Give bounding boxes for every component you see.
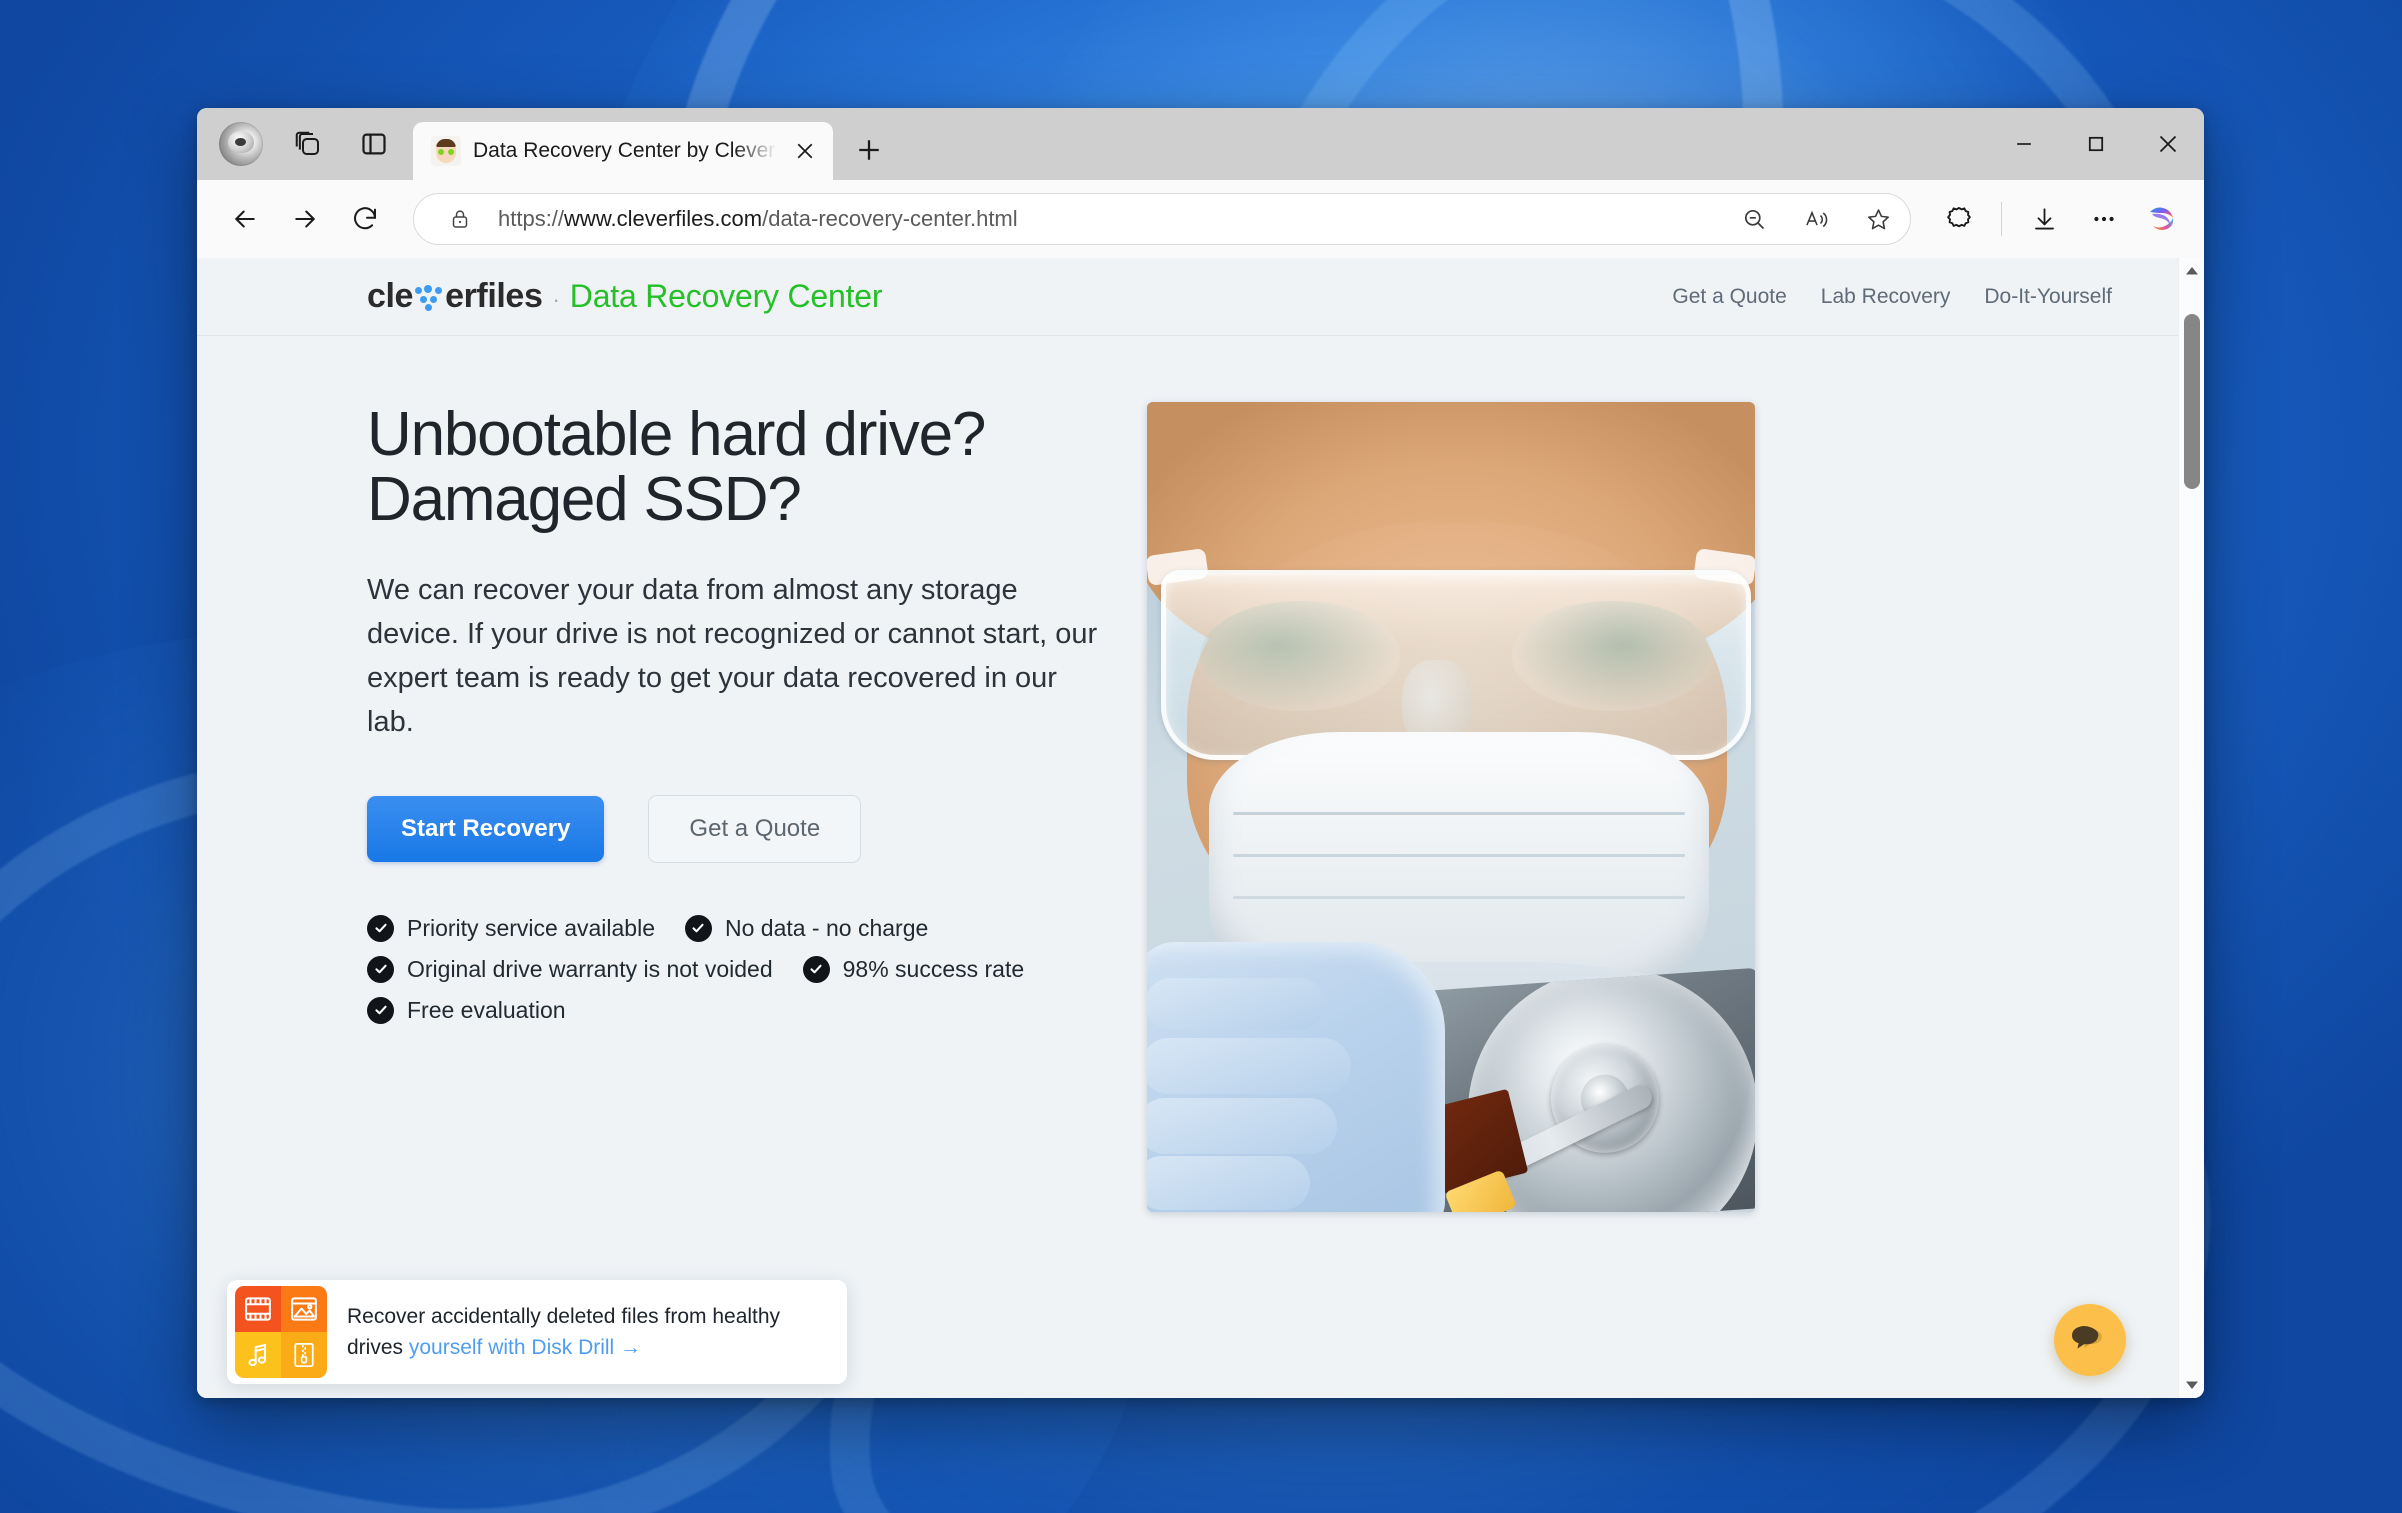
tab-collections-icon[interactable] bbox=[287, 123, 329, 165]
feature-label: Priority service available bbox=[407, 914, 655, 941]
new-tab-button[interactable] bbox=[843, 124, 895, 176]
url-host: www.cleverfiles.com bbox=[564, 206, 763, 231]
feature-label: Original drive warranty is not voided bbox=[407, 955, 773, 982]
close-tab-icon[interactable] bbox=[789, 135, 821, 167]
check-icon bbox=[802, 955, 830, 983]
add-favorite-icon[interactable] bbox=[1854, 195, 1902, 243]
promo-text: Recover accidentally deleted files from … bbox=[327, 1301, 847, 1364]
logo-brand-part2: erfiles bbox=[445, 277, 543, 315]
scrollbar-track[interactable] bbox=[2179, 284, 2205, 1372]
browser-toolbar: https://www.cleverfiles.com/data-recover… bbox=[197, 180, 2204, 258]
zoom-out-icon[interactable] bbox=[1730, 195, 1778, 243]
nav-link-do-it-yourself[interactable]: Do-It-Yourself bbox=[1984, 285, 2112, 309]
check-icon bbox=[684, 914, 712, 942]
check-icon bbox=[367, 996, 394, 1024]
check-icon bbox=[367, 955, 394, 983]
minimize-button[interactable] bbox=[1988, 108, 2060, 180]
feature-item: Free evaluation bbox=[367, 996, 566, 1024]
copilot-icon[interactable] bbox=[2140, 197, 2184, 241]
get-a-quote-button[interactable]: Get a Quote bbox=[648, 794, 862, 863]
close-window-button[interactable] bbox=[2132, 108, 2204, 180]
feature-row: Priority service available No data - no … bbox=[367, 914, 1097, 942]
face-goggles-favicon bbox=[431, 136, 461, 166]
chat-widget-button[interactable] bbox=[2054, 1304, 2126, 1376]
logo-brand: cle erfiles bbox=[367, 277, 543, 316]
file-types-icon-grid bbox=[235, 1286, 327, 1378]
cta-row: Start Recovery Get a Quote bbox=[367, 794, 1107, 863]
maximize-button[interactable] bbox=[2060, 108, 2132, 180]
film-icon bbox=[235, 1286, 281, 1332]
feature-item: Original drive warranty is not voided bbox=[367, 955, 773, 983]
site-information-lock-icon[interactable] bbox=[436, 195, 484, 243]
window-controls bbox=[1988, 108, 2204, 180]
logo-dots-icon bbox=[414, 282, 444, 312]
page-viewport: cle erfiles · Data Recovery Center Get a… bbox=[197, 258, 2204, 1398]
scroll-down-arrow-icon[interactable] bbox=[2179, 1372, 2205, 1398]
downloads-icon[interactable] bbox=[2016, 191, 2072, 247]
chat-bubble-icon bbox=[2070, 1321, 2110, 1360]
browser-window: Data Recovery Center by CleverFil https:… bbox=[197, 108, 2204, 1398]
web-page: cle erfiles · Data Recovery Center Get a… bbox=[197, 258, 2178, 1398]
hero-image-wrap bbox=[1147, 402, 1755, 1212]
nav-link-get-a-quote[interactable]: Get a Quote bbox=[1672, 285, 1786, 309]
split-screen-icon[interactable] bbox=[353, 123, 395, 165]
toolbar-divider bbox=[2001, 202, 2002, 236]
feature-row: Free evaluation bbox=[367, 996, 1097, 1024]
feature-item: 98% success rate bbox=[802, 955, 1025, 983]
site-navigation: Get a Quote Lab Recovery Do-It-Yourself bbox=[1672, 285, 2112, 309]
settings-and-more-icon[interactable] bbox=[2076, 191, 2132, 247]
tab-title: Data Recovery Center by CleverFil bbox=[473, 139, 777, 162]
feature-row: Original drive warranty is not voided 98… bbox=[367, 955, 1097, 983]
archive-icon bbox=[281, 1332, 327, 1378]
logo-brand-part1: cle bbox=[367, 277, 414, 315]
scrollbar-thumb[interactable] bbox=[2183, 314, 2200, 489]
scroll-up-arrow-icon[interactable] bbox=[2179, 258, 2205, 284]
feature-label: Free evaluation bbox=[407, 996, 566, 1023]
logo-separator: · bbox=[552, 287, 560, 312]
tab-strip: Data Recovery Center by CleverFil bbox=[197, 108, 2204, 180]
address-bar[interactable]: https://www.cleverfiles.com/data-recover… bbox=[413, 193, 1911, 245]
address-bar-url[interactable]: https://www.cleverfiles.com/data-recover… bbox=[498, 206, 1716, 232]
logo-accent-text: Data Recovery Center bbox=[569, 278, 883, 314]
tab-strip-left-icons bbox=[207, 108, 413, 180]
lab-technician-hard-drive-photo bbox=[1147, 402, 1755, 1212]
disk-drill-promo-banner[interactable]: Recover accidentally deleted files from … bbox=[227, 1280, 847, 1384]
page-scrollbar[interactable] bbox=[2178, 258, 2204, 1398]
page-title: Unbootable hard drive? Damaged SSD? bbox=[367, 400, 986, 535]
site-logo[interactable]: cle erfiles · Data Recovery Center bbox=[367, 277, 883, 316]
site-header: cle erfiles · Data Recovery Center Get a… bbox=[197, 258, 2178, 336]
feature-label: 98% success rate bbox=[842, 955, 1025, 982]
url-path: /data-recovery-center.html bbox=[762, 206, 1018, 231]
feature-label: No data - no charge bbox=[724, 914, 929, 941]
start-recovery-button[interactable]: Start Recovery bbox=[367, 795, 605, 862]
feature-list: Priority service available No data - no … bbox=[367, 914, 1097, 1024]
hero-subtitle: We can recover your data from almost any… bbox=[367, 574, 1098, 739]
forward-icon[interactable] bbox=[277, 191, 333, 247]
feature-item: No data - no charge bbox=[684, 914, 929, 942]
browser-tab-active[interactable]: Data Recovery Center by CleverFil bbox=[413, 122, 833, 180]
image-icon bbox=[281, 1286, 327, 1332]
back-icon[interactable] bbox=[217, 191, 273, 247]
hero-content: Unbootable hard drive? Damaged SSD? We c… bbox=[367, 402, 1147, 1212]
music-icon bbox=[235, 1332, 281, 1378]
read-aloud-icon[interactable] bbox=[1792, 195, 1840, 243]
url-scheme: https:// bbox=[498, 206, 565, 231]
profile-avatar[interactable] bbox=[219, 122, 263, 166]
nav-link-lab-recovery[interactable]: Lab Recovery bbox=[1821, 285, 1951, 309]
hero-section: Unbootable hard drive? Damaged SSD? We c… bbox=[197, 336, 2178, 1212]
extensions-icon[interactable] bbox=[1931, 191, 1987, 247]
refresh-icon[interactable] bbox=[337, 191, 393, 247]
feature-item: Priority service available bbox=[367, 914, 655, 942]
check-icon bbox=[367, 914, 394, 942]
promo-link-disk-drill[interactable]: yourself with Disk Drill → bbox=[409, 1336, 641, 1359]
